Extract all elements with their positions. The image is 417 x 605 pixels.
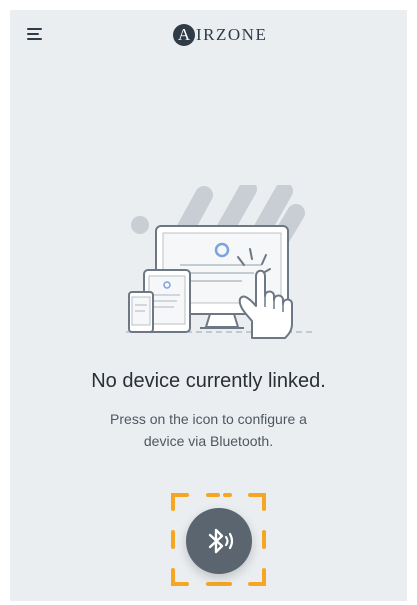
top-bar: A IRZONE — [10, 10, 407, 58]
logo-mark: A — [173, 24, 195, 46]
devices-touch-illustration — [122, 180, 322, 350]
app-screen: A IRZONE No device currently linked. Pre… — [10, 10, 407, 601]
airzone-logo: A IRZONE — [173, 23, 267, 47]
bluetooth-button[interactable] — [186, 508, 252, 574]
bluetooth-icon — [208, 528, 234, 554]
empty-state-description: Press on the icon to configure a device … — [110, 411, 307, 449]
empty-state-title: No device currently linked. — [91, 370, 326, 392]
hamburger-menu-icon — [27, 28, 42, 40]
logo-text: IRZONE — [196, 25, 268, 44]
menu-button[interactable] — [24, 24, 48, 44]
bluetooth-target-area — [170, 492, 267, 587]
